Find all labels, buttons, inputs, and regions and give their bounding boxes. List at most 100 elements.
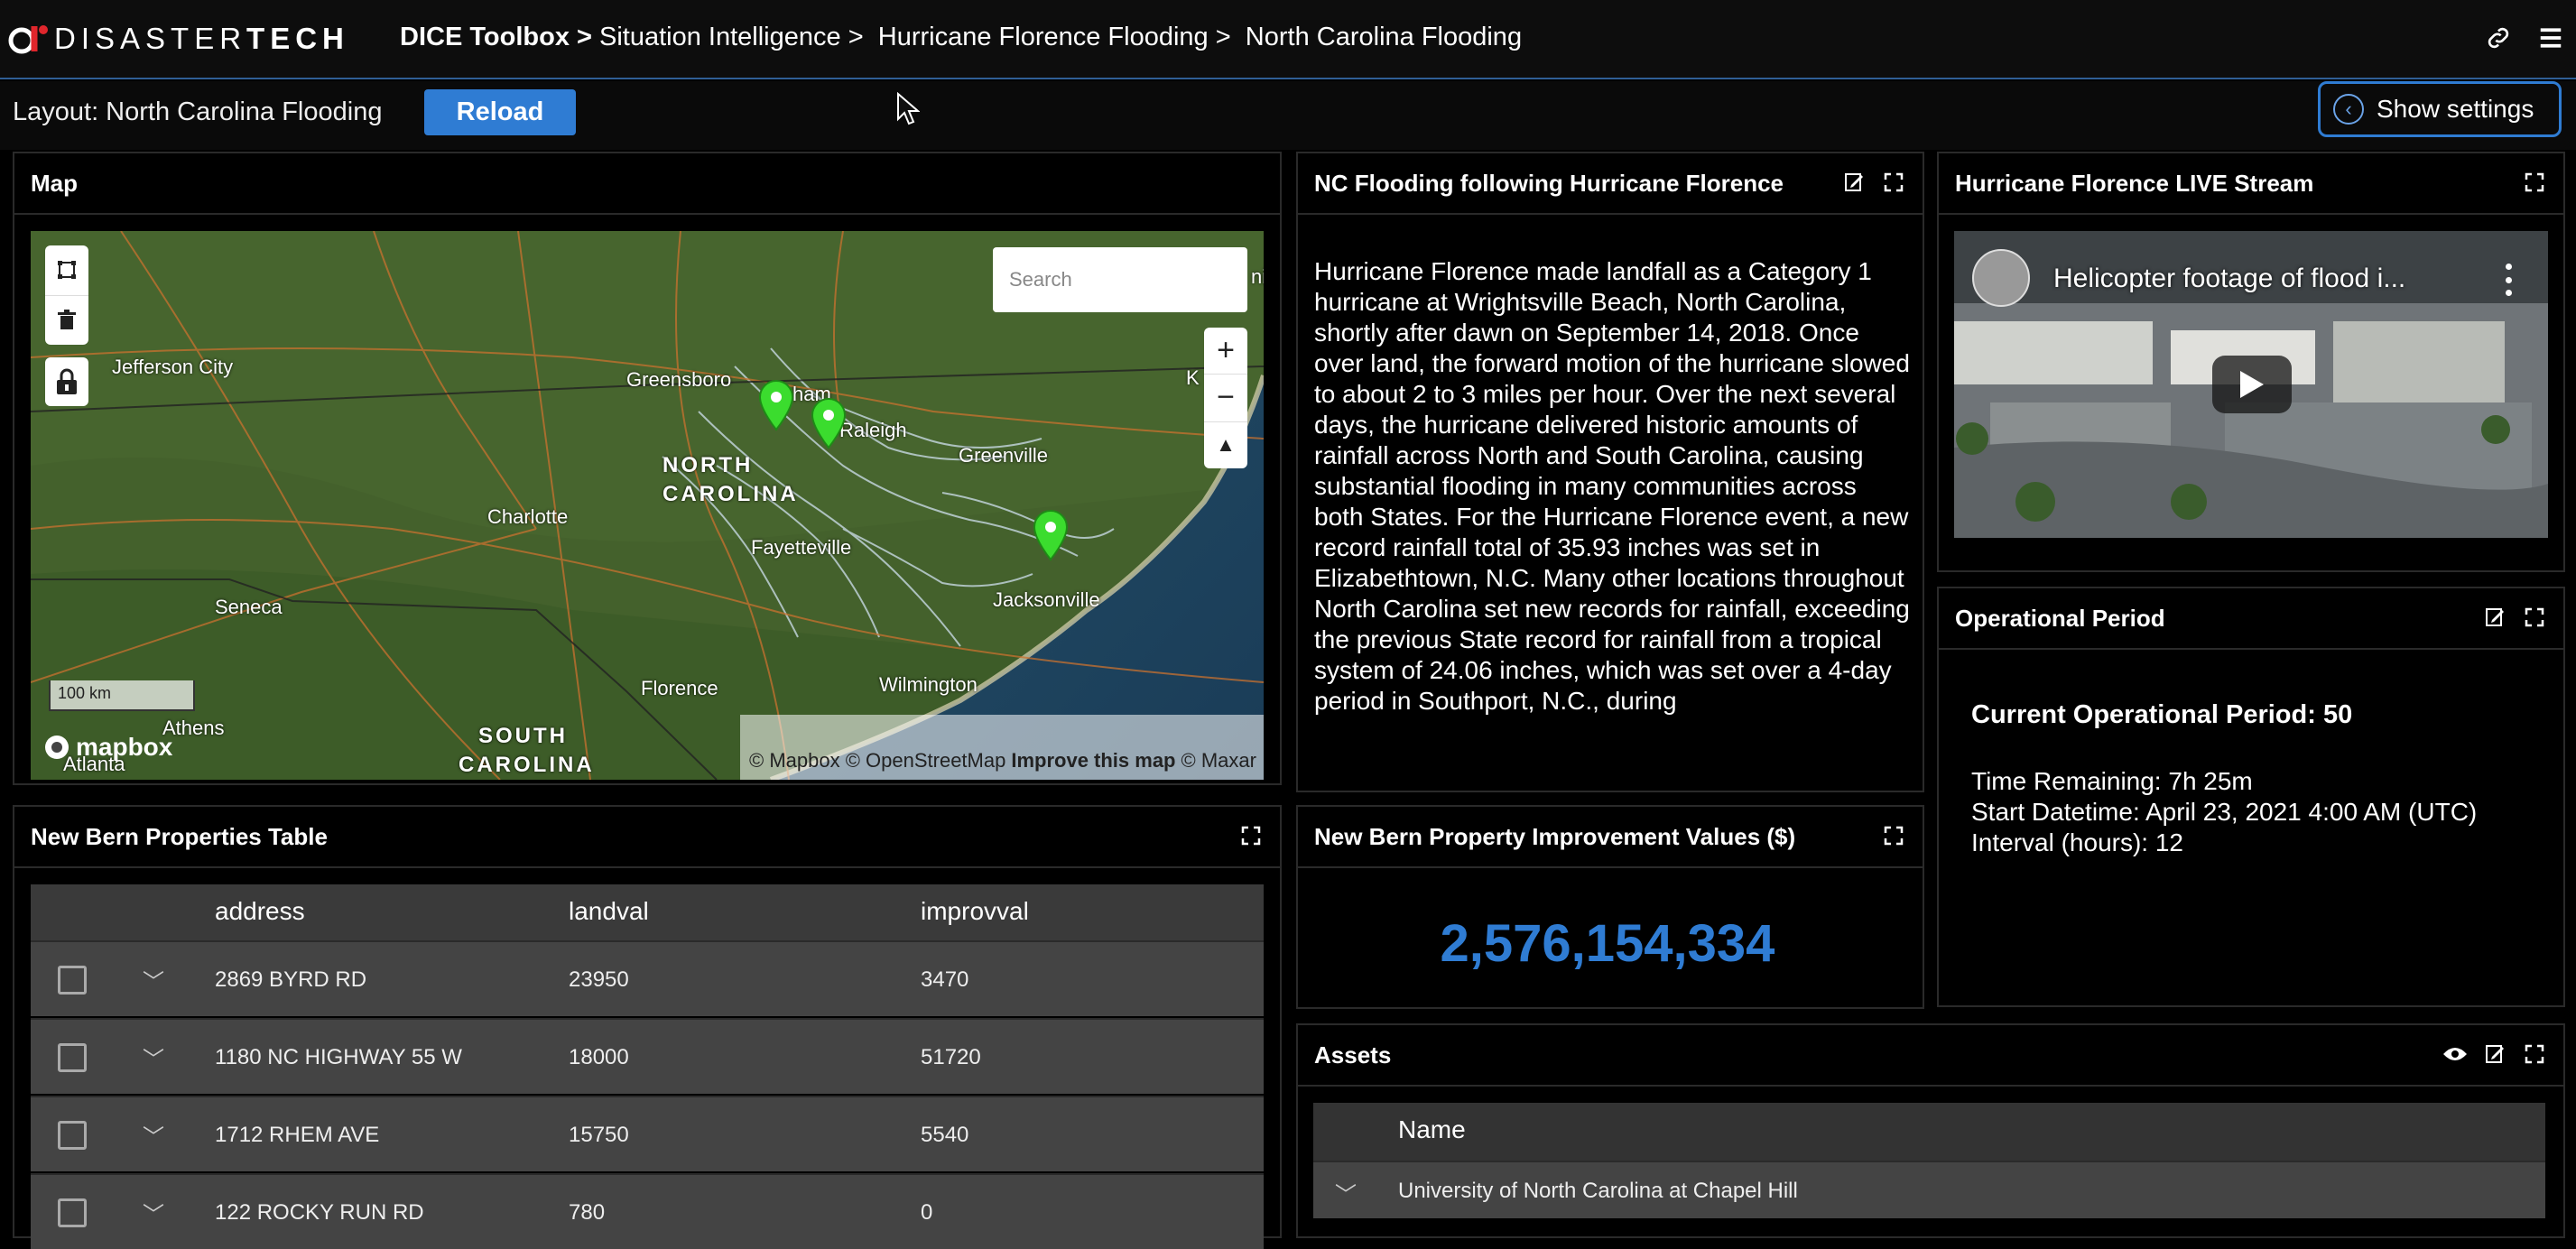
cell-improvval: 3470	[921, 967, 969, 992]
map-label-south: SOUTH	[478, 724, 568, 748]
attribution-maxar[interactable]: © Maxar	[1181, 749, 1256, 773]
assets-row[interactable]: ﹀ University of North Carolina at Chapel…	[1313, 1161, 2545, 1218]
row-checkbox[interactable]	[58, 1121, 87, 1150]
map-panel-title: Map	[14, 153, 1280, 215]
operational-period-title: Operational Period	[1939, 588, 2563, 650]
operational-period-actions	[2482, 605, 2547, 630]
map-pin-icon[interactable]	[1031, 509, 1070, 561]
map-canvas[interactable]: + − ▲ Jefferson City Greensboro ham Rale…	[31, 231, 1264, 780]
show-settings-button[interactable]: ‹ Show settings	[2318, 81, 2562, 137]
start-datetime: Start Datetime: April 23, 2021 4:00 AM (…	[1971, 798, 2478, 826]
column-header-address[interactable]: address	[215, 897, 305, 926]
top-bar: DISASTERTECH DICE Toolbox > Situation In…	[0, 0, 2576, 79]
map-label-carolina-south: CAROLINA	[459, 753, 595, 777]
table-row[interactable]: ﹀ 1712 RHEM AVE 15750 5540	[31, 1096, 1264, 1171]
reload-button[interactable]: Reload	[424, 89, 576, 135]
map-pin-icon[interactable]	[756, 379, 796, 431]
edit-icon[interactable]	[2482, 1041, 2507, 1067]
current-operational-period: Current Operational Period: 50	[1971, 700, 2353, 729]
improvement-values-panel: New Bern Property Improvement Values ($)	[1296, 805, 1924, 1009]
map-label-wilmington: Wilmington	[879, 673, 978, 696]
interval-hours: Interval (hours): 12	[1971, 828, 2183, 856]
chevron-down-icon[interactable]: ﹀	[143, 1119, 164, 1151]
menu-icon[interactable]	[2533, 20, 2569, 56]
expand-icon[interactable]	[1881, 823, 1906, 848]
table-row[interactable]: ﹀ 2869 BYRD RD 23950 3470	[31, 940, 1264, 1016]
chevron-down-icon[interactable]: ﹀	[143, 964, 164, 995]
map-label-raleigh: Raleigh	[839, 419, 907, 441]
breadcrumb-nc-flooding[interactable]: North Carolina Flooding	[1246, 23, 1522, 52]
layout-label: Layout: North Carolina Flooding	[13, 97, 383, 126]
polygon-draw-icon[interactable]	[45, 245, 88, 296]
compass-button[interactable]: ▲	[1204, 422, 1247, 468]
edit-icon[interactable]	[1841, 170, 1867, 195]
map-label-carolina: CAROLINA	[663, 482, 799, 506]
expand-icon[interactable]	[2522, 1041, 2547, 1067]
row-checkbox[interactable]	[58, 1198, 87, 1227]
cell-landval: 780	[569, 1200, 606, 1225]
narrative-panel-actions	[1841, 170, 1906, 195]
more-vert-icon[interactable]	[2499, 264, 2517, 296]
map-label-jacksonville: Jacksonville	[993, 588, 1100, 611]
channel-avatar[interactable]	[1972, 249, 2030, 307]
cell-improvval: 0	[921, 1200, 933, 1225]
column-header-landval[interactable]: landval	[569, 897, 649, 926]
live-stream-title: Hurricane Florence LIVE Stream	[1939, 153, 2563, 215]
expand-icon[interactable]	[1238, 823, 1264, 848]
link-icon[interactable]	[2480, 20, 2516, 56]
lock-icon[interactable]	[45, 357, 88, 406]
disastertech-logo[interactable]: DISASTERTECH	[7, 18, 349, 60]
column-header-name[interactable]: Name	[1398, 1115, 1466, 1144]
map-search-input[interactable]: Search	[993, 247, 1247, 312]
map-label-kitty: K	[1186, 366, 1200, 389]
map-pin-icon[interactable]	[809, 397, 848, 449]
expand-icon[interactable]	[1881, 170, 1906, 195]
assets-table-header: Name	[1313, 1103, 2545, 1161]
eye-icon[interactable]	[2442, 1041, 2468, 1067]
mapbox-icon	[45, 736, 69, 759]
cell-address: 1712 RHEM AVE	[215, 1123, 380, 1147]
video-player[interactable]: Helicopter footage of flood i...	[1954, 231, 2548, 538]
trash-icon[interactable]	[45, 296, 88, 346]
table-row[interactable]: ﹀ 1180 NC HIGHWAY 55 W 18000 51720	[31, 1018, 1264, 1094]
expand-icon[interactable]	[2522, 605, 2547, 630]
cell-landval: 18000	[569, 1045, 629, 1069]
column-header-improvval[interactable]: improvval	[921, 897, 1029, 926]
narrative-panel-title: NC Flooding following Hurricane Florence	[1298, 153, 1923, 215]
map-label-greensboro: Greensboro	[626, 368, 732, 391]
mapbox-logo[interactable]: mapbox	[43, 733, 172, 762]
row-checkbox[interactable]	[58, 966, 87, 995]
breadcrumb-situation-intelligence[interactable]: Situation Intelligence >	[599, 23, 864, 52]
logo-text: DISASTERTECH	[54, 22, 349, 55]
cell-landval: 15750	[569, 1123, 629, 1147]
cell-address: 122 ROCKY RUN RD	[215, 1200, 424, 1225]
chevron-down-icon[interactable]: ﹀	[1335, 1177, 1357, 1208]
cell-improvval: 51720	[921, 1045, 981, 1069]
map-label-florence: Florence	[641, 677, 718, 699]
map-label-fayetteville: Fayetteville	[751, 536, 852, 559]
zoom-out-button[interactable]: −	[1204, 375, 1247, 422]
zoom-in-button[interactable]: +	[1204, 328, 1247, 375]
improvement-values-title: New Bern Property Improvement Values ($)	[1298, 807, 1923, 868]
table-row[interactable]: ﹀ 122 ROCKY RUN RD 780 0	[31, 1173, 1264, 1249]
breadcrumb-dice-toolbox[interactable]: DICE Toolbox >	[400, 23, 592, 52]
improvement-value-number: 2,576,154,334	[1440, 914, 1775, 973]
table-header: address landval improvval	[31, 884, 1264, 940]
properties-table-title: New Bern Properties Table	[14, 807, 1280, 868]
video-title[interactable]: Helicopter footage of flood i...	[2053, 264, 2405, 294]
map-label-north: NORTH	[663, 453, 754, 477]
attribution-mapbox-osm[interactable]: © Mapbox © OpenStreetMap	[749, 749, 1005, 773]
improve-map-link[interactable]: Improve this map	[1011, 749, 1175, 773]
map-draw-controls	[45, 245, 88, 345]
chevron-down-icon[interactable]: ﹀	[143, 1041, 164, 1073]
expand-icon[interactable]	[2522, 170, 2547, 195]
row-checkbox[interactable]	[58, 1043, 87, 1072]
breadcrumb: DICE Toolbox > Situation Intelligence > …	[400, 23, 1522, 52]
chevron-left-icon: ‹	[2333, 94, 2364, 125]
map-label-charlotte: Charlotte	[487, 505, 569, 528]
breadcrumb-hurricane-florence[interactable]: Hurricane Florence Flooding >	[878, 23, 1231, 52]
chevron-down-icon[interactable]: ﹀	[143, 1197, 164, 1228]
layout-bar	[0, 81, 2576, 150]
edit-icon[interactable]	[2482, 605, 2507, 630]
play-icon[interactable]	[2212, 356, 2292, 413]
